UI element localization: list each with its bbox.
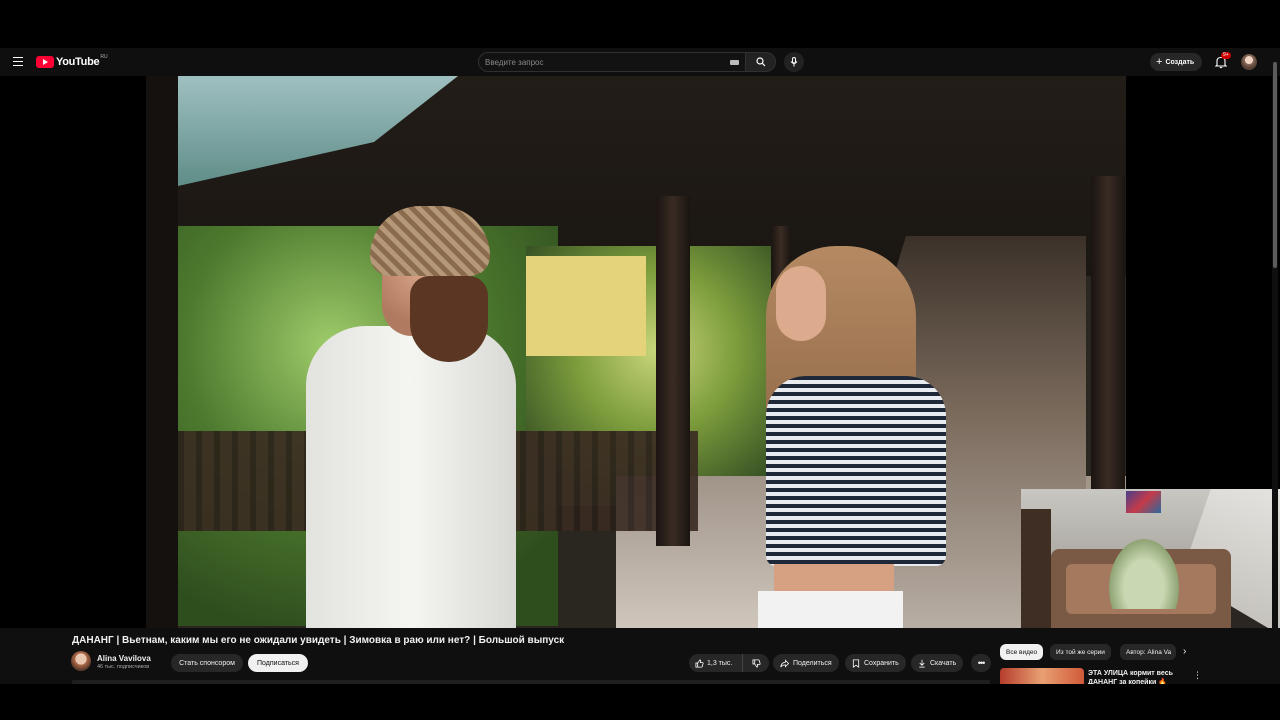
download-label: Скачать bbox=[930, 659, 957, 667]
download-button[interactable]: Скачать bbox=[911, 654, 964, 672]
chip-same-series[interactable]: Из той же серии bbox=[1050, 644, 1111, 660]
sponsor-button[interactable]: Стать спонсором bbox=[171, 654, 243, 672]
video-scene-woman bbox=[774, 564, 894, 594]
bookmark-icon bbox=[852, 658, 860, 668]
video-scene-woman-top bbox=[766, 376, 946, 566]
video-scene-pillar bbox=[656, 196, 690, 546]
subscribe-button[interactable]: Подписаться bbox=[248, 654, 308, 672]
webcam-poster bbox=[1126, 491, 1161, 513]
voice-search-button[interactable] bbox=[784, 52, 804, 72]
plus-icon: + bbox=[1156, 55, 1163, 68]
create-label: Создать bbox=[1165, 58, 1195, 66]
notifications-badge: 9+ bbox=[1221, 52, 1231, 59]
chip-author[interactable]: Автор: Alina Va bbox=[1120, 644, 1176, 660]
save-label: Сохранить bbox=[864, 659, 899, 667]
video-info: ДАНАНГ | Вьетнам, каким мы его не ожидал… bbox=[0, 628, 1280, 684]
share-icon bbox=[780, 658, 789, 668]
thumbs-down-icon bbox=[751, 658, 761, 668]
recommendation-thumbnail[interactable] bbox=[1000, 668, 1084, 684]
recommendation-title[interactable]: ЭТА УЛИЦА кормит весь ДАНАНГ за копейки … bbox=[1088, 669, 1188, 684]
search-input[interactable] bbox=[485, 56, 725, 69]
video-player[interactable] bbox=[146, 76, 1126, 628]
video-scene-wall bbox=[526, 256, 646, 356]
search-icon bbox=[755, 57, 765, 67]
recommendation-menu-icon[interactable]: ⋮ bbox=[1193, 670, 1202, 681]
video-scene-man bbox=[306, 326, 516, 628]
video-scene-left-edge bbox=[146, 76, 178, 628]
create-button[interactable]: + Создать bbox=[1150, 53, 1203, 71]
webcam-person bbox=[1109, 539, 1179, 609]
share-label: Поделиться bbox=[793, 659, 832, 667]
channel-avatar[interactable] bbox=[71, 651, 91, 671]
account-avatar[interactable] bbox=[1241, 54, 1257, 70]
chevron-right-icon[interactable]: › bbox=[1183, 647, 1186, 657]
subscriber-count: 46 тыс. подписчиков bbox=[97, 664, 150, 670]
thumbs-up-icon bbox=[695, 658, 704, 668]
search-box bbox=[478, 52, 746, 72]
logo-text: YouTube bbox=[56, 56, 100, 68]
menu-icon[interactable] bbox=[10, 54, 26, 70]
region-label: RU bbox=[100, 54, 108, 60]
youtube-play-icon bbox=[36, 56, 54, 68]
keyboard-icon[interactable] bbox=[730, 60, 739, 65]
more-actions-button[interactable]: ••• bbox=[971, 654, 991, 672]
video-scene-man-beard bbox=[410, 276, 488, 362]
share-button[interactable]: Поделиться bbox=[773, 654, 839, 672]
like-button[interactable]: 1,3 тыс. bbox=[689, 654, 743, 672]
search-button[interactable] bbox=[746, 52, 776, 72]
top-bar: YouTube RU + Создать 9+ bbox=[0, 48, 1280, 76]
dislike-button[interactable] bbox=[743, 654, 769, 672]
description-box-edge bbox=[72, 680, 990, 684]
like-dislike-group: 1,3 тыс. bbox=[689, 654, 769, 672]
video-title: ДАНАНГ | Вьетнам, каким мы его не ожидал… bbox=[72, 635, 565, 646]
like-count: 1,3 тыс. bbox=[707, 659, 733, 667]
video-scene-woman-face bbox=[776, 266, 826, 341]
download-icon bbox=[919, 659, 925, 668]
chip-all-videos[interactable]: Все видео bbox=[1000, 644, 1044, 660]
microphone-icon bbox=[790, 57, 798, 67]
page-scrollbar[interactable] bbox=[1272, 56, 1278, 684]
scrollbar-thumb[interactable] bbox=[1273, 62, 1277, 268]
webcam-overlay bbox=[1021, 489, 1280, 635]
save-button[interactable]: Сохранить bbox=[845, 654, 906, 672]
youtube-logo[interactable]: YouTube RU bbox=[36, 54, 108, 69]
webcam-furniture bbox=[1021, 509, 1051, 635]
channel-name[interactable]: Alina Vavilova bbox=[97, 654, 151, 663]
video-scene-woman-pants bbox=[758, 591, 903, 628]
